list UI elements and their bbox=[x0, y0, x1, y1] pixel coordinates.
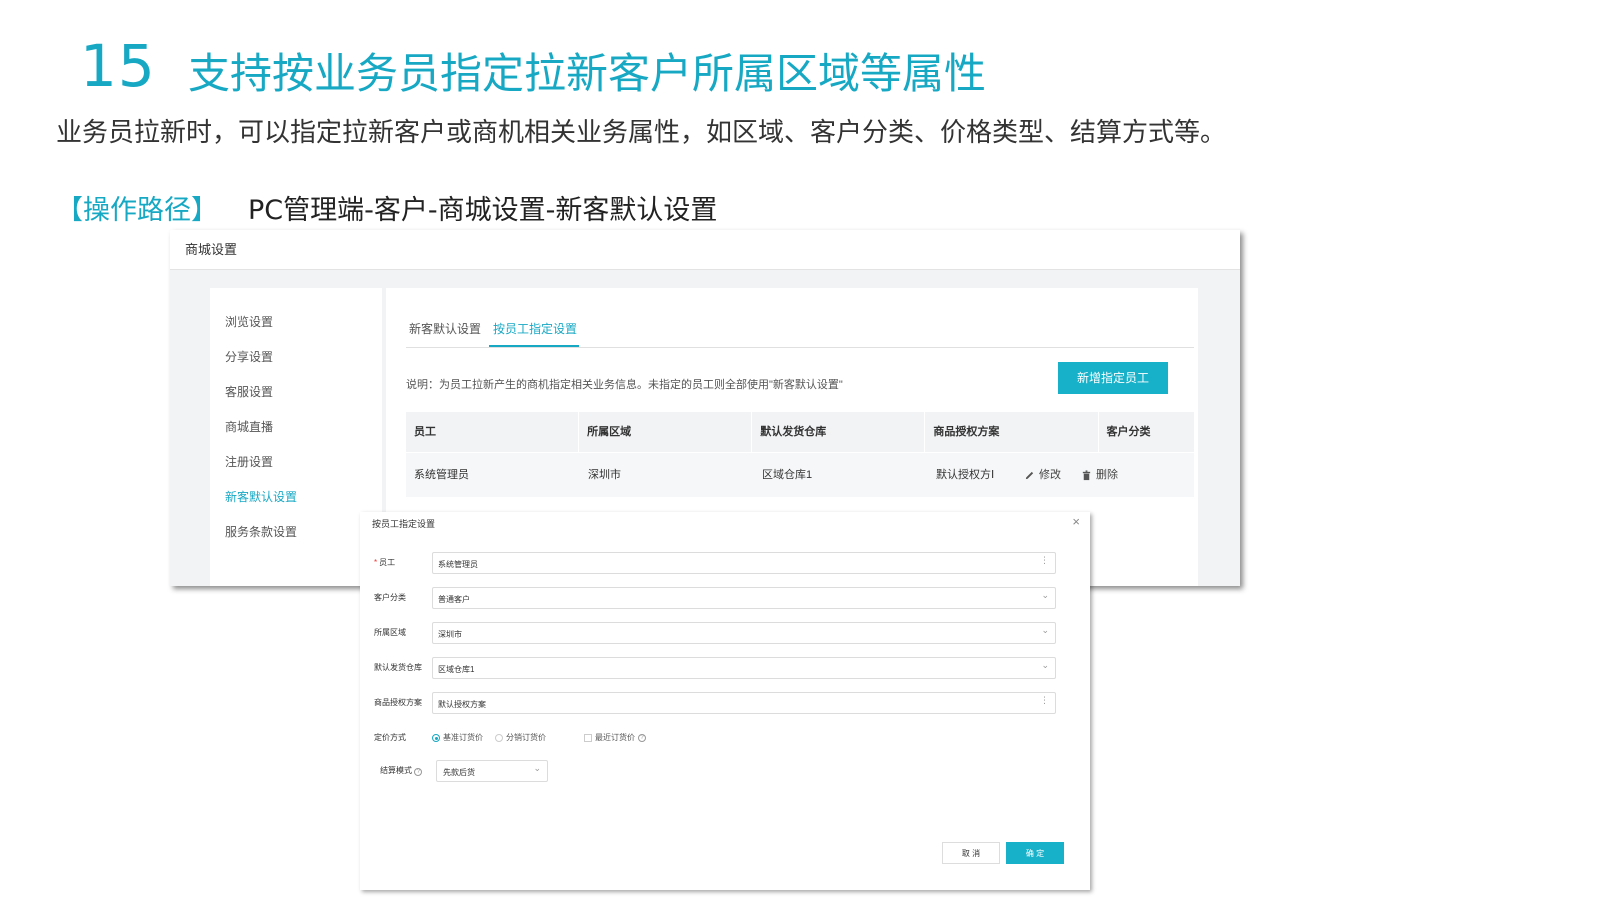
sidebar-item-share[interactable]: 分享设置 bbox=[210, 343, 382, 378]
field-category: 客户分类 普通客户 ⌄ bbox=[360, 587, 1080, 609]
employee-select[interactable]: 系统管理员 ⋮ bbox=[432, 552, 1056, 574]
field-warehouse: 默认发货仓库 区域仓库1 ⌄ bbox=[360, 657, 1080, 679]
region-select[interactable]: 深圳市 ⌄ bbox=[432, 622, 1056, 644]
cell-warehouse: 区域仓库1 bbox=[762, 469, 813, 481]
trash-icon bbox=[1082, 469, 1091, 480]
category-select[interactable]: 普通客户 ⌄ bbox=[432, 587, 1056, 609]
help-icon: ? bbox=[638, 733, 646, 742]
sidebar-item-register[interactable]: 注册设置 bbox=[210, 448, 382, 483]
path-route: PC管理端-客户-商城设置-新客默认设置 bbox=[248, 195, 718, 226]
help-icon: ? bbox=[414, 768, 423, 776]
col-employee: 员工 bbox=[406, 412, 580, 452]
field-category-label: 客户分类 bbox=[374, 593, 406, 602]
chevron-down-icon: ⌄ bbox=[1041, 590, 1049, 600]
add-employee-button[interactable]: 新增指定员工 bbox=[1058, 362, 1168, 394]
chevron-down-icon: ⌄ bbox=[533, 763, 541, 773]
field-employee: * 员工 系统管理员 ⋮ bbox=[360, 552, 1080, 574]
col-warehouse: 默认发货仓库 bbox=[752, 412, 926, 452]
col-category: 客户分类 bbox=[1106, 426, 1151, 438]
slide-title: 支持按业务员指定拉新客户所属区域等属性 bbox=[188, 49, 987, 98]
radio-base-price[interactable]: 基准订货价 bbox=[432, 732, 483, 743]
tab-bar: 新客默认设置 按员工指定设置 bbox=[406, 314, 1194, 348]
delete-label: 删除 bbox=[1096, 469, 1118, 481]
slide-number: 15 bbox=[80, 32, 156, 100]
sidebar-item-terms[interactable]: 服务条款设置 bbox=[210, 518, 382, 553]
path-label: 【操作路径】 bbox=[56, 195, 218, 226]
field-settlement: 结算模式 ? 先款后货 ⌄ bbox=[360, 760, 1080, 782]
cell-region: 深圳市 bbox=[588, 469, 621, 481]
chevron-down-icon: ⌄ bbox=[1041, 660, 1049, 670]
tab-by-employee[interactable]: 按员工指定设置 bbox=[493, 320, 577, 337]
col-region: 所属区域 bbox=[579, 412, 753, 452]
col-plan: 商品授权方案 bbox=[925, 412, 1099, 452]
field-pricing-label: 定价方式 bbox=[374, 733, 406, 742]
more-icon: ⋮ bbox=[1040, 695, 1049, 705]
settings-sidebar: 浏览设置 分享设置 客服设置 商城直播 注册设置 新客默认设置 服务条款设置 bbox=[210, 288, 382, 586]
checkbox-recent-price[interactable]: 最近订货价? bbox=[558, 732, 646, 743]
settlement-select[interactable]: 先款后货 ⌄ bbox=[436, 760, 548, 782]
table-header: 员工 所属区域 默认发货仓库 商品授权方案 客户分类 bbox=[406, 412, 1194, 452]
warehouse-select[interactable]: 区域仓库1 ⌄ bbox=[432, 657, 1056, 679]
confirm-button[interactable]: 确 定 bbox=[1006, 842, 1064, 864]
dialog-header: 按员工指定设置 × bbox=[360, 512, 1090, 532]
sidebar-item-live[interactable]: 商城直播 bbox=[210, 413, 382, 448]
close-icon[interactable]: × bbox=[1072, 514, 1080, 529]
edit-icon bbox=[1025, 471, 1034, 479]
field-pricing: 定价方式 基准订货价 分销订货价 最近订货价? bbox=[360, 727, 1080, 749]
cell-plan: 默认授权方Ⅰ bbox=[936, 469, 995, 481]
sidebar-item-customer-service[interactable]: 客服设置 bbox=[210, 378, 382, 413]
radio-distribution-price[interactable]: 分销订货价 bbox=[495, 732, 546, 743]
sidebar-item-browse[interactable]: 浏览设置 bbox=[210, 308, 382, 343]
employee-setting-dialog: 按员工指定设置 × * 员工 系统管理员 ⋮ 客户分类 普通客户 ⌄ 所属区域 深… bbox=[360, 512, 1090, 890]
field-employee-label: * 员工 bbox=[374, 558, 396, 567]
operation-path: 【操作路径】 PC管理端-客户-商城设置-新客默认设置 bbox=[56, 188, 717, 227]
row-actions: 修改 删除 bbox=[1024, 453, 1174, 497]
cell-employee: 系统管理员 bbox=[414, 469, 469, 481]
employee-table: 员工 所属区域 默认发货仓库 商品授权方案 客户分类 系统管理员 深圳市 区域仓… bbox=[406, 412, 1194, 497]
pricing-options: 基准订货价 分销订货价 最近订货价? bbox=[432, 732, 646, 743]
more-icon: ⋮ bbox=[1040, 555, 1049, 565]
explain-text: 说明：为员工拉新产生的商机指定相关业务信息。未指定的员工则全部使用"新客默认设置… bbox=[406, 379, 843, 391]
delete-action[interactable]: 删除 bbox=[1081, 453, 1118, 497]
sidebar-item-new-customer-defaults[interactable]: 新客默认设置 bbox=[210, 483, 382, 518]
field-region-label: 所属区域 bbox=[374, 628, 406, 637]
field-settlement-label: 结算模式 ? bbox=[380, 765, 423, 776]
edit-action[interactable]: 修改 bbox=[1024, 453, 1061, 497]
cancel-button[interactable]: 取 消 bbox=[942, 842, 1000, 864]
field-plan-label: 商品授权方案 bbox=[374, 698, 422, 707]
tab-new-customer-defaults[interactable]: 新客默认设置 bbox=[409, 320, 481, 337]
edit-label: 修改 bbox=[1039, 469, 1061, 481]
window-title: 商城设置 bbox=[170, 230, 1240, 270]
dialog-title: 按员工指定设置 bbox=[372, 519, 436, 529]
chevron-down-icon: ⌄ bbox=[1041, 625, 1049, 635]
field-warehouse-label: 默认发货仓库 bbox=[374, 663, 422, 672]
slide-description: 业务员拉新时，可以指定拉新客户或商机相关业务属性，如区域、客户分类、价格类型、结… bbox=[56, 118, 1227, 148]
active-tab-indicator bbox=[489, 345, 579, 347]
field-plan: 商品授权方案 默认授权方案 ⋮ bbox=[360, 692, 1080, 714]
plan-select[interactable]: 默认授权方案 ⋮ bbox=[432, 692, 1056, 714]
table-row: 系统管理员 深圳市 区域仓库1 默认授权方Ⅰ 修改 删除 bbox=[406, 453, 1194, 497]
field-region: 所属区域 深圳市 ⌄ bbox=[360, 622, 1080, 644]
